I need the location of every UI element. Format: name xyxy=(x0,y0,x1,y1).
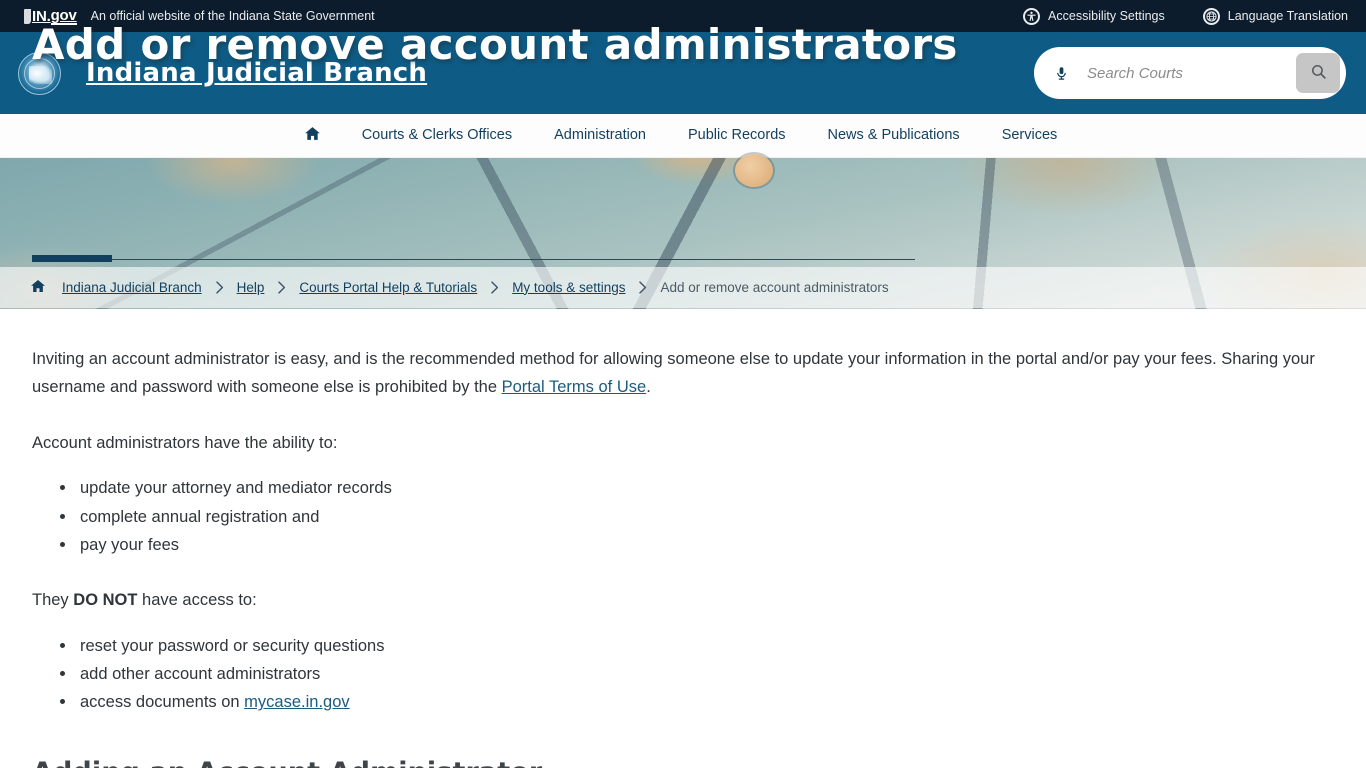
list-item: update your attorney and mediator record… xyxy=(60,474,1334,502)
intro-text-after-link: . xyxy=(646,378,651,397)
chevron-right-icon xyxy=(264,281,299,294)
section-heading-adding-an-account-administrator: Adding an Account Administrator xyxy=(32,757,1334,768)
nav-item-public-records[interactable]: Public Records xyxy=(667,128,807,143)
globe-icon xyxy=(1202,7,1220,25)
search-submit-button[interactable] xyxy=(1296,53,1340,93)
restriction-lead-paragraph: They DO NOT have access to: xyxy=(32,586,1334,614)
restriction-lead-post: have access to: xyxy=(137,591,257,610)
list-item: reset your password or security question… xyxy=(60,632,1334,660)
breadcrumb-band: Indiana Judicial Branch Help Courts Port… xyxy=(0,267,1366,308)
nav-item-administration[interactable]: Administration xyxy=(533,128,667,143)
nav-item-news-publications[interactable]: News & Publications xyxy=(807,128,981,143)
breadcrumb-item-indiana-judicial-branch[interactable]: Indiana Judicial Branch xyxy=(62,281,202,295)
nav-item-courts-clerks-offices[interactable]: Courts & Clerks Offices xyxy=(341,128,533,143)
microphone-icon[interactable] xyxy=(1048,60,1074,86)
accessibility-settings-link[interactable]: Accessibility Settings xyxy=(1023,7,1165,25)
accessibility-icon xyxy=(1023,7,1041,25)
language-translation-link[interactable]: Language Translation xyxy=(1202,7,1348,25)
list-item: add other account administrators xyxy=(60,660,1334,688)
main-navigation: Courts & Clerks Offices Administration P… xyxy=(0,114,1366,158)
nav-item-services[interactable]: Services xyxy=(981,128,1079,143)
chevron-right-icon xyxy=(202,281,237,294)
list-item: complete annual registration and xyxy=(60,503,1334,531)
title-divider-rule xyxy=(32,259,915,260)
mycase-in-gov-link[interactable]: mycase.in.gov xyxy=(244,693,349,711)
home-icon xyxy=(304,125,321,146)
search-bar xyxy=(1034,47,1346,99)
chevron-right-icon xyxy=(477,281,512,294)
accessibility-settings-label: Accessibility Settings xyxy=(1048,8,1165,23)
page-title: Add or remove account administrators xyxy=(32,20,958,69)
ability-list: update your attorney and mediator record… xyxy=(32,474,1334,559)
stained-glass-center-medallion xyxy=(735,154,773,187)
restriction-item-3-text: access documents on xyxy=(80,693,245,712)
intro-text-before-link: Inviting an account administrator is eas… xyxy=(32,350,1315,397)
portal-terms-of-use-link[interactable]: Portal Terms of Use xyxy=(502,378,647,396)
breadcrumb-item-current: Add or remove account administrators xyxy=(660,279,889,295)
restriction-list: reset your password or security question… xyxy=(32,632,1334,717)
chevron-right-icon xyxy=(625,281,660,294)
utility-bar-links: Accessibility Settings Language Translat… xyxy=(1023,0,1348,32)
search-input[interactable] xyxy=(1074,64,1296,82)
list-item: access documents on mycase.in.gov xyxy=(60,688,1334,716)
intro-paragraph: Inviting an account administrator is eas… xyxy=(32,345,1334,402)
list-item: pay your fees xyxy=(60,531,1334,559)
language-translation-label: Language Translation xyxy=(1227,8,1348,23)
ability-lead-paragraph: Account administrators have the ability … xyxy=(32,433,338,452)
page-content: Inviting an account administrator is eas… xyxy=(0,345,1366,768)
do-not-emphasis: DO NOT xyxy=(73,591,138,610)
nav-item-home[interactable] xyxy=(288,125,341,146)
breadcrumb: Indiana Judicial Branch Help Courts Port… xyxy=(30,278,889,297)
breadcrumb-item-my-tools-settings[interactable]: My tools & settings xyxy=(512,281,625,295)
home-icon xyxy=(30,278,46,297)
indiana-state-shape-icon xyxy=(24,8,31,24)
breadcrumb-item-help[interactable]: Help xyxy=(237,281,265,295)
title-accent-bar xyxy=(32,255,112,262)
breadcrumb-home-link[interactable] xyxy=(30,278,62,297)
search-icon xyxy=(1310,63,1327,83)
restriction-lead-pre: They xyxy=(32,591,74,610)
breadcrumb-item-courts-portal-help-tutorials[interactable]: Courts Portal Help & Tutorials xyxy=(299,281,477,295)
